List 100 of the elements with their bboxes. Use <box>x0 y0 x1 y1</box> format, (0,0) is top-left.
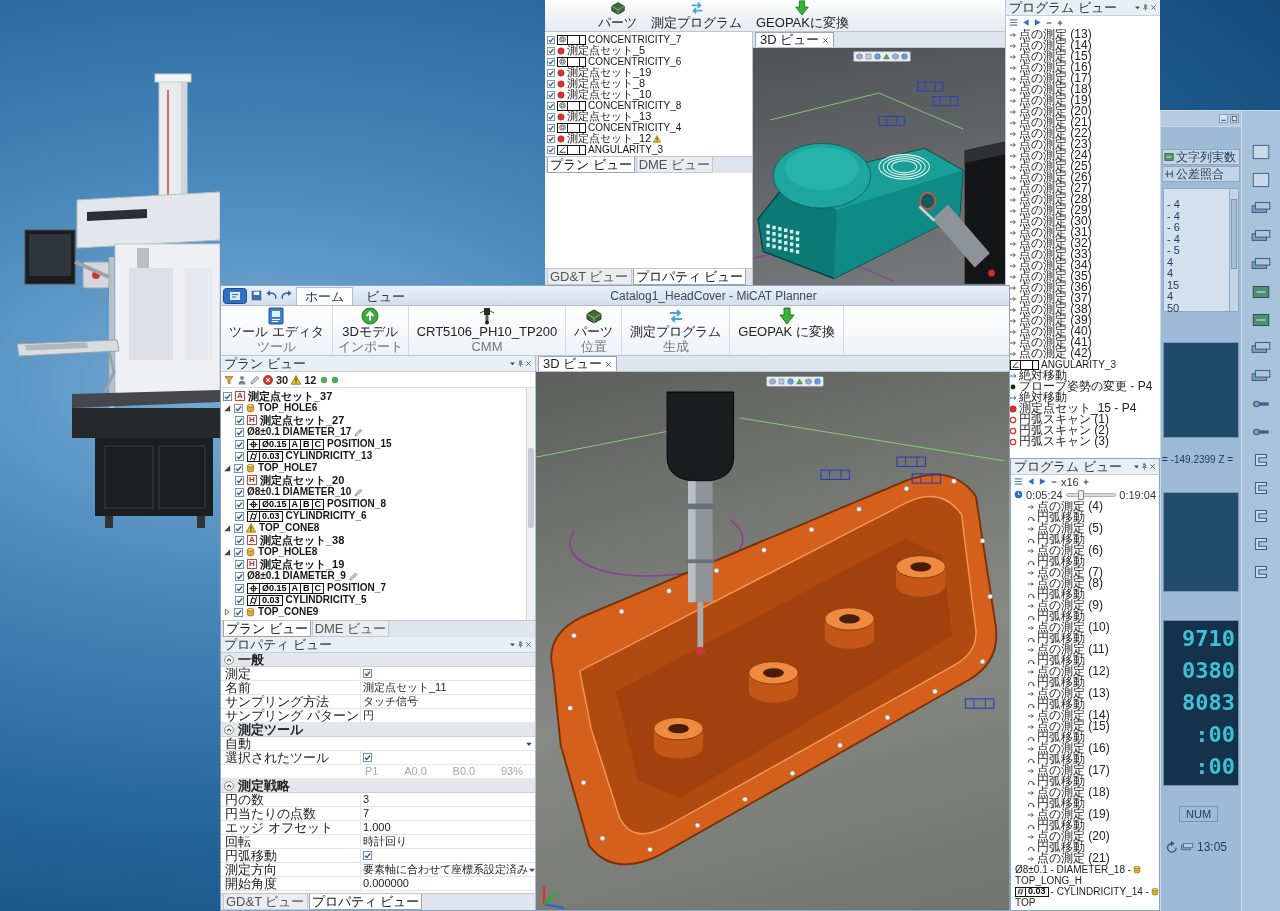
tree-item-label[interactable]: CYLINDRICITY_13 <box>285 450 373 462</box>
rewind-icon[interactable] <box>1026 477 1035 486</box>
list-item[interactable]: - 5 <box>1167 244 1180 256</box>
checkbox[interactable] <box>547 112 555 121</box>
play-icon[interactable] <box>1033 18 1042 27</box>
tree-item-label[interactable]: CYLINDRICITY_6 <box>285 510 367 522</box>
tree-item-label[interactable]: TOP_HOLE6 <box>258 402 318 414</box>
caret-down-icon[interactable] <box>509 360 516 367</box>
program-step[interactable]: 円弧移動 <box>1037 699 1085 710</box>
program-step[interactable]: 点の測定 (37) <box>1019 293 1092 304</box>
section-header[interactable]: 一般 <box>221 653 535 667</box>
dot-icon[interactable] <box>330 375 339 384</box>
program-step[interactable]: 点の測定 (6) <box>1037 545 1103 556</box>
program-step[interactable]: 点の測定 (22) <box>1019 128 1092 139</box>
program-step[interactable]: 点の測定 (20) <box>1037 831 1110 842</box>
pin-icon[interactable] <box>1142 4 1149 11</box>
tree-item-label[interactable]: CONCENTRICITY_6 <box>588 56 682 67</box>
program-step[interactable]: 点の測定 (16) <box>1037 743 1110 754</box>
tree-item-label[interactable]: 測定点セット_5 <box>567 45 646 56</box>
checkbox[interactable] <box>547 123 555 132</box>
save-icon[interactable] <box>251 290 262 301</box>
program-step[interactable]: 点の測定 (7) <box>1037 567 1103 578</box>
tab[interactable]: DME ビュー <box>311 621 390 637</box>
program-step[interactable]: プローブ姿勢の変更 - P4 <box>1019 381 1153 392</box>
ribbon-button[interactable]: GEOPAKに変換 <box>753 0 852 31</box>
program-step[interactable]: 点の測定 (21) <box>1037 853 1110 864</box>
caret-down-icon[interactable] <box>509 641 516 648</box>
tab[interactable]: プラン ビュー <box>547 157 635 173</box>
tab[interactable]: プラン ビュー <box>223 621 311 637</box>
list-item[interactable]: 15 <box>1167 278 1180 291</box>
program-step[interactable]: 点の測定 (42) <box>1019 348 1092 359</box>
program-step[interactable]: 点の測定 (41) <box>1019 337 1092 348</box>
program-step[interactable]: 円弧移動 <box>1037 732 1085 743</box>
tree-item-label[interactable]: POSITION_7 <box>327 582 386 594</box>
list-icon[interactable] <box>1014 477 1023 486</box>
checkbox[interactable] <box>235 535 244 545</box>
checkbox[interactable] <box>547 101 555 110</box>
tree-item-label[interactable]: TOP_CONE8 <box>259 522 320 534</box>
checkbox[interactable] <box>235 571 244 581</box>
tree-item-label[interactable]: 測定点セット_20 <box>260 474 345 486</box>
program-step[interactable]: 円弧移動 <box>1037 820 1085 831</box>
program-step[interactable]: 円弧移動 <box>1037 754 1085 765</box>
checkbox[interactable] <box>547 68 555 77</box>
program-step[interactable]: 点の測定 (8) <box>1037 578 1103 589</box>
checkbox[interactable] <box>234 403 243 413</box>
plus-icon[interactable] <box>1081 477 1090 486</box>
program-step[interactable]: 円弧移動 <box>1037 611 1085 622</box>
program-step[interactable]: 点の測定 (39) <box>1019 315 1092 326</box>
tree-item-label[interactable]: TOP_HOLE7 <box>258 462 318 474</box>
program-step[interactable]: 点の測定 (14) <box>1019 40 1092 51</box>
program-step[interactable]: Ø8±0.1 - DIAMETER_18 - <box>1015 864 1132 875</box>
scrollbar[interactable] <box>1229 189 1238 311</box>
dot-icon[interactable] <box>319 375 328 384</box>
tab[interactable]: 3D ビュー <box>538 356 618 371</box>
checkbox[interactable] <box>234 523 243 533</box>
checkbox[interactable] <box>547 35 555 44</box>
checkbox[interactable] <box>235 427 244 437</box>
program-step[interactable]: 円弧移動 <box>1037 534 1085 545</box>
list-item[interactable]: - 4 <box>1167 209 1180 222</box>
caret-right-icon[interactable] <box>223 608 231 616</box>
close-icon[interactable] <box>822 36 830 44</box>
ribbon-button[interactable]: GEOPAK に変換 <box>735 307 838 339</box>
toolbar-button[interactable]: 文字列実数 <box>1162 149 1240 165</box>
checkbox[interactable] <box>234 607 243 617</box>
close-icon[interactable] <box>1149 463 1156 470</box>
checkbox[interactable] <box>234 463 243 473</box>
ribbon-button[interactable]: 測定プログラム <box>627 307 725 339</box>
checkbox[interactable] <box>235 511 244 521</box>
checkbox[interactable] <box>234 547 243 557</box>
tree-item-label[interactable]: 測定点セット_19 <box>260 558 345 570</box>
program-step[interactable]: 点の測定 (21) <box>1019 117 1092 128</box>
dropdown-field[interactable]: 自動 <box>225 736 533 751</box>
program-step[interactable]: 点の測定 (40) <box>1019 326 1092 337</box>
ribbon-tab[interactable]: ホーム <box>296 287 353 305</box>
list-item[interactable]: - 4 <box>1167 232 1180 245</box>
program-step[interactable]: 点の測定 (28) <box>1019 194 1092 205</box>
program-step[interactable]: - CYLINDRICITY_14 - <box>1050 886 1149 897</box>
program-step[interactable]: 点の測定 (23) <box>1019 139 1092 150</box>
tree-item-label[interactable]: 測定点セット_8 <box>567 78 646 89</box>
triangle-icon[interactable] <box>883 53 890 60</box>
program-step[interactable]: 円弧移動 <box>1037 556 1085 567</box>
property-value[interactable]: 3 <box>363 793 370 806</box>
tree-item-label[interactable]: Ø8±0.1 DIAMETER_17 <box>247 426 352 438</box>
tab[interactable]: 3D ビュー <box>755 32 835 47</box>
tab[interactable]: プロパティ ビュー <box>632 269 747 285</box>
program-step[interactable]: 点の測定 (38) <box>1019 304 1092 315</box>
program-step[interactable]: 点の測定 (20) <box>1019 106 1092 117</box>
program-step[interactable]: 点の測定 (26) <box>1019 172 1092 183</box>
checkbox[interactable] <box>363 753 372 762</box>
tab[interactable]: GD&T ビュー <box>547 269 632 285</box>
caret-down-icon[interactable] <box>223 524 231 532</box>
tree-item-label[interactable]: CONCENTRICITY_4 <box>588 122 682 133</box>
program-step[interactable]: 点の測定 (32) <box>1019 238 1092 249</box>
list-item[interactable]: 4 <box>1167 290 1174 302</box>
checkbox[interactable] <box>235 595 244 605</box>
pin-icon[interactable] <box>517 641 524 648</box>
tree-item-label[interactable]: 測定点セット_38 <box>260 534 345 546</box>
panel-icon[interactable] <box>1250 283 1272 301</box>
stack-icon[interactable] <box>1180 841 1194 853</box>
checkbox[interactable] <box>223 391 232 401</box>
